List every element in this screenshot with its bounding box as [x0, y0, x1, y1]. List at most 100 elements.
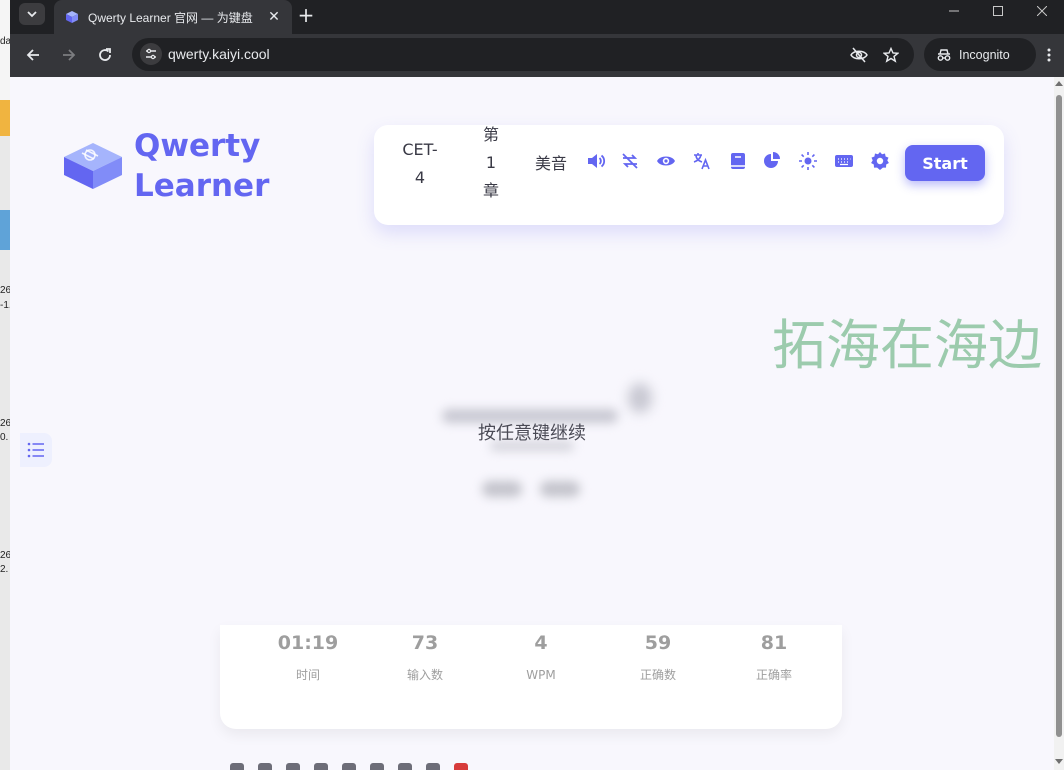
keycap-logo-icon [64, 143, 122, 189]
strip-text: 0. [0, 432, 9, 443]
scroll-up-arrow[interactable] [1055, 81, 1063, 86]
loop-toggle-button[interactable] [619, 150, 641, 172]
maximize-button[interactable] [976, 0, 1020, 22]
keyboard-shortcuts-button[interactable] [833, 150, 855, 172]
dictionary-line-2: 4 [414, 168, 426, 187]
volume-icon [588, 154, 606, 168]
app-logo[interactable]: Qwerty Learner [58, 125, 278, 207]
stat-value: 4 [534, 632, 548, 654]
footer-icon[interactable] [454, 763, 468, 770]
reload-button[interactable] [90, 40, 120, 70]
tab-search-button[interactable] [19, 3, 45, 25]
maximize-icon [993, 6, 1003, 16]
stat-value: 81 [760, 632, 788, 654]
address-bar[interactable]: qwerty.kaiyi.cool [132, 38, 914, 71]
keycap-favicon-icon [66, 11, 78, 23]
strip-text: 26 [0, 418, 10, 429]
footer-icon[interactable] [342, 763, 356, 770]
tab-title: Qwerty Learner 官网 — 为键盘 [88, 10, 253, 25]
bookmark-star-button[interactable] [880, 44, 902, 66]
more-vertical-icon [1047, 48, 1051, 62]
background-desktop-strip: da 26 -1. 26 0. 26 2. [0, 0, 10, 770]
footer-icon[interactable] [230, 763, 244, 770]
pronunciation-label: 美音 [534, 154, 567, 173]
incognito-badge[interactable]: Incognito [924, 38, 1036, 71]
incognito-label: Incognito [959, 47, 1010, 62]
word-visibility-button[interactable] [655, 150, 677, 172]
tab-bar: Qwerty Learner 官网 — 为键盘 ✕ + [10, 0, 1064, 34]
new-tab-button[interactable]: + [292, 1, 320, 29]
browser-menu-button[interactable] [1038, 40, 1060, 70]
tracking-protection-button[interactable] [848, 44, 870, 66]
blurred-translation [540, 481, 580, 497]
page-content: Qwerty Learner CET- 4 第 1 章 美音 Start 拓海在… [10, 77, 1054, 770]
eye-off-icon [850, 47, 868, 63]
scroll-thumb[interactable] [1056, 95, 1062, 737]
watermark-text: 拓海在海边 [772, 314, 1042, 377]
strip-text: 26 [0, 550, 10, 561]
blurred-translation [482, 481, 522, 497]
dictionary-line-1: CET- [402, 140, 438, 159]
book-icon [731, 153, 745, 169]
settings-button[interactable] [869, 150, 891, 172]
stat-correct-count: 59 正确数 [598, 625, 718, 683]
close-window-button[interactable] [1020, 0, 1064, 22]
blurred-play-icon [628, 383, 652, 413]
logo-line-2: Learner [134, 168, 270, 204]
translate-icon [693, 153, 710, 170]
tab-close-button[interactable]: ✕ [266, 9, 282, 25]
site-info-button[interactable] [140, 43, 162, 65]
dark-mode-toggle-button[interactable] [797, 150, 819, 172]
translation-toggle-button[interactable] [691, 150, 713, 172]
active-tab[interactable]: Qwerty Learner 官网 — 为键盘 ✕ [54, 0, 292, 34]
back-button[interactable] [18, 40, 48, 70]
stat-value: 01:19 [277, 632, 339, 654]
footer-icons [230, 763, 840, 770]
stat-input-count: 73 输入数 [365, 625, 485, 683]
strip-text: 26 [0, 285, 10, 296]
footer-icon[interactable] [258, 763, 272, 770]
browser-toolbar: qwerty.kaiyi.cool Incognito [10, 34, 1064, 77]
close-icon [1037, 6, 1047, 16]
dictionary-switcher[interactable]: CET- 4 [396, 136, 444, 192]
logo-text: Qwerty Learner [134, 126, 269, 206]
logo-line-1: Qwerty [134, 128, 261, 164]
footer-icon[interactable] [314, 763, 328, 770]
pronunciation-switcher[interactable]: 美音 [530, 150, 572, 178]
stat-label: 时间 [295, 668, 320, 682]
keyboard-icon [835, 155, 853, 167]
footer-icon[interactable] [286, 763, 300, 770]
scroll-down-arrow[interactable] [1055, 759, 1063, 764]
page-scrollbar[interactable] [1054, 77, 1064, 770]
start-button[interactable]: Start [905, 145, 985, 181]
reload-icon [99, 48, 111, 61]
tune-icon [146, 48, 156, 60]
stat-label: 输入数 [406, 668, 443, 682]
analysis-button[interactable] [761, 150, 783, 172]
footer-icon[interactable] [398, 763, 412, 770]
strip-text: 2. [0, 564, 9, 575]
stat-wpm: 4 WPM [481, 625, 601, 683]
stat-value: 73 [411, 632, 439, 654]
stat-label: WPM [526, 668, 556, 682]
stat-value: 59 [644, 632, 672, 654]
browser-chrome: Qwerty Learner 官网 — 为键盘 ✕ + qwerty.kaiyi… [10, 0, 1064, 77]
stat-accuracy: 81 正确率 [714, 625, 834, 683]
continue-hint: 按任意键继续 [478, 423, 586, 444]
stat-label: 正确率 [755, 668, 792, 682]
pie-chart-icon [764, 152, 780, 168]
incognito-icon [937, 48, 951, 61]
strip-text: da [0, 36, 10, 47]
stat-time: 01:19 时间 [248, 625, 368, 683]
word-list-button[interactable] [20, 433, 52, 467]
strip-block [0, 100, 10, 136]
mistake-book-button[interactable] [727, 150, 749, 172]
sound-toggle-button[interactable] [585, 150, 607, 172]
chapter-switcher[interactable]: 第 1 章 [476, 121, 506, 205]
footer-icon[interactable] [370, 763, 384, 770]
url-text: qwerty.kaiyi.cool [168, 46, 270, 62]
forward-button[interactable] [54, 40, 84, 70]
footer-icon[interactable] [426, 763, 440, 770]
minimize-button[interactable] [932, 0, 976, 22]
gear-icon [871, 152, 889, 170]
